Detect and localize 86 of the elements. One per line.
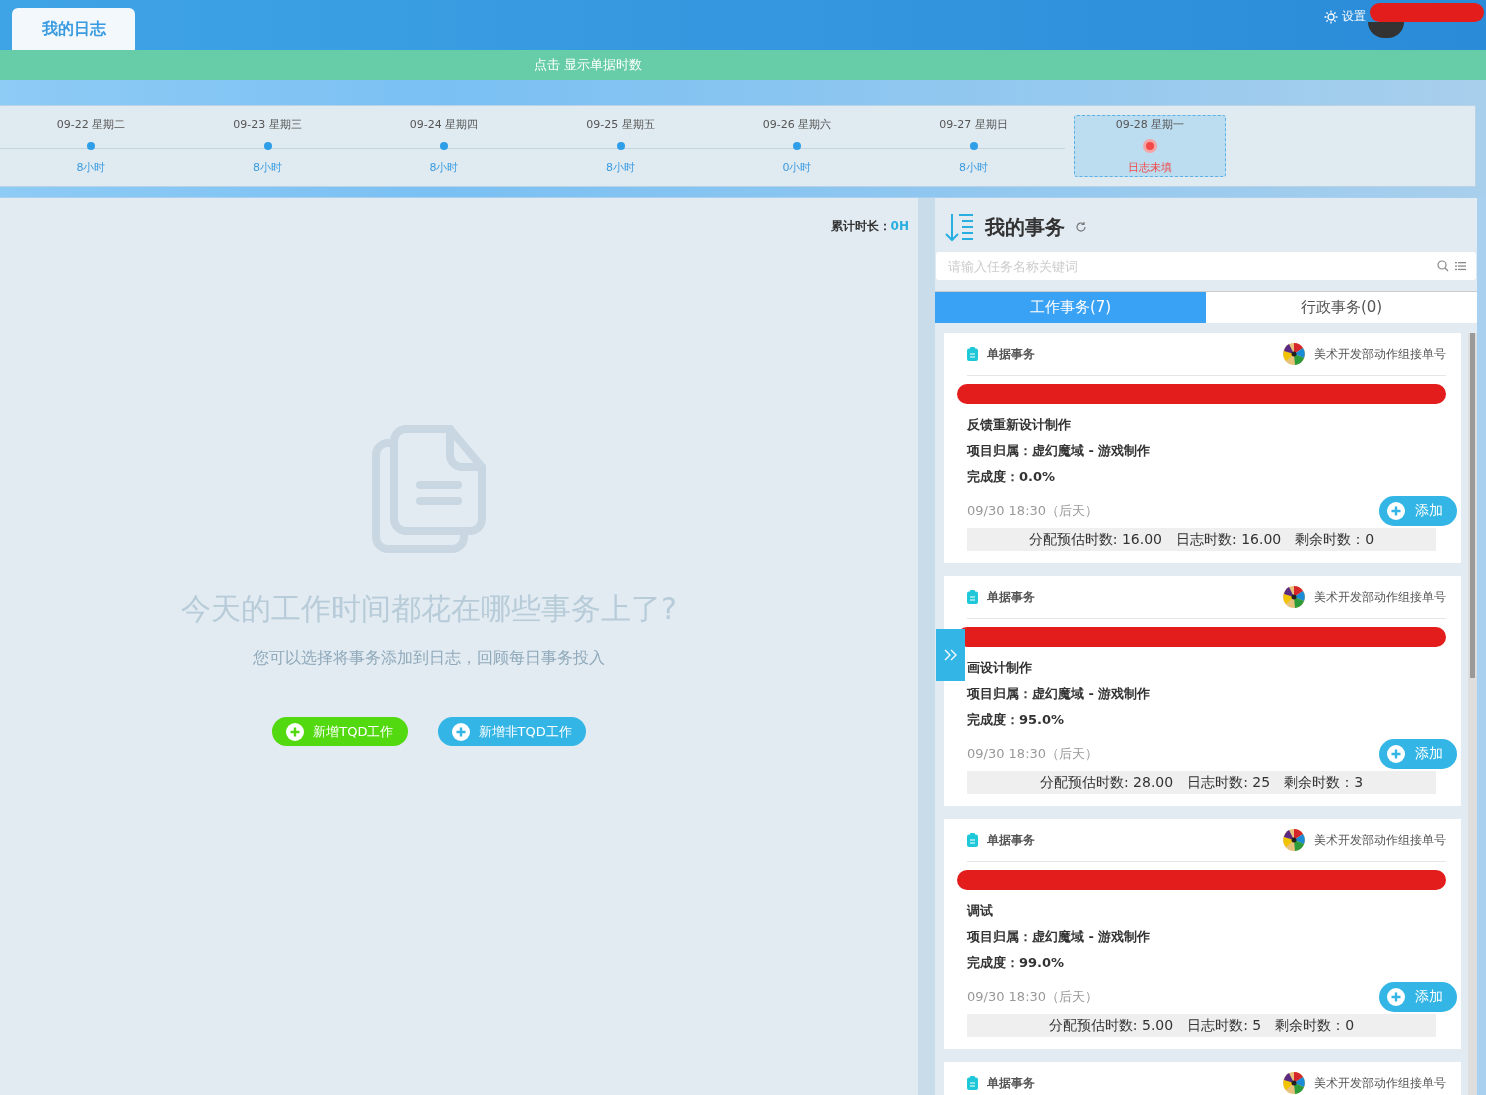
plus-icon: [1387, 745, 1405, 763]
category-label: 单据事务: [987, 588, 1035, 606]
date-label: 09-28 星期一: [1115, 117, 1185, 132]
remaining-label: 剩余时数：0: [1275, 1016, 1355, 1035]
logged-label: 日志时数: 25: [1187, 773, 1271, 792]
estimate-label: 分配预估时数: 5.00: [1048, 1016, 1174, 1035]
avatar-icon: [1283, 343, 1305, 365]
date-label: 09-27 星期日: [939, 117, 1008, 132]
date-item[interactable]: 09-28 星期一 日志未填: [1074, 115, 1226, 177]
date-label: 09-24 星期四: [409, 117, 479, 132]
total-label: 累计时长：: [830, 219, 891, 233]
clipboard-icon: [967, 833, 978, 847]
date-label: 09-22 星期二: [56, 117, 126, 132]
date-item[interactable]: 09-23 星期三 8小时: [191, 115, 344, 177]
date-item[interactable]: 09-26 星期六 0小时: [721, 115, 873, 177]
hours-label: 8小时: [429, 160, 459, 175]
project-label: 项目归属：虚幻魔域 - 游戏制作: [967, 685, 1152, 703]
double-chevron-icon: [943, 649, 958, 661]
estimate-label: 分配预估时数: 16.00: [1028, 530, 1163, 549]
remaining-label: 剩余时数：3: [1284, 773, 1364, 792]
date-label: 09-23 星期三: [233, 117, 302, 132]
date-label: 09-25 星期五: [586, 117, 655, 132]
task-title: 调试: [967, 902, 994, 920]
clipboard-icon: [967, 347, 978, 361]
plus-icon: [286, 722, 305, 741]
document-icon: [372, 423, 486, 553]
sort-icon: [945, 212, 975, 242]
tab[interactable]: 行政事务(0): [1206, 292, 1477, 323]
clipboard-icon: [967, 590, 978, 604]
project-label: 项目归属：虚幻魔域 - 游戏制作: [967, 928, 1152, 946]
scrollbar[interactable]: [1468, 333, 1477, 1095]
project-label: 项目归属：虚幻魔域 - 游戏制作: [967, 442, 1152, 460]
remaining-label: 剩余时数：0: [1295, 530, 1375, 549]
plus-icon: [1387, 988, 1405, 1006]
tab[interactable]: 工作事务(7): [935, 292, 1206, 323]
empty-hint: 您可以选择将事务添加到日志，回顾每日事务投入: [253, 648, 605, 669]
estimate-label: 分配预估时数: 28.00: [1039, 773, 1174, 792]
hours-label: 8小时: [959, 160, 988, 175]
owner-label: 美术开发部动作组接单号: [1314, 831, 1446, 849]
task-title: 画设计制作: [967, 659, 1033, 677]
hours-label: 日志未填: [1128, 160, 1172, 175]
banner[interactable]: 点击 显示单据时数: [0, 50, 1486, 80]
logged-label: 日志时数: 16.00: [1176, 530, 1282, 549]
deadline-label: 09/30 18:30（后天）: [967, 502, 1099, 520]
date-item[interactable]: 09-22 星期二 8小时: [15, 115, 167, 177]
clipboard-icon: [967, 1076, 978, 1090]
progress-label: 完成度：95.0%: [967, 711, 1066, 729]
plus-icon: [1387, 502, 1405, 520]
add-button[interactable]: 添加: [1379, 496, 1457, 526]
owner-label: 美术开发部动作组接单号: [1314, 588, 1446, 606]
avatar-icon: [1283, 586, 1305, 608]
progress-label: 完成度：99.0%: [967, 954, 1066, 972]
add-work-button[interactable]: 新增TQD工作: [272, 717, 408, 746]
add-work-button[interactable]: 新增非TQD工作: [437, 717, 586, 746]
owner-label: 美术开发部动作组接单号: [1314, 1074, 1446, 1092]
add-button[interactable]: 添加: [1379, 739, 1457, 769]
category-label: 单据事务: [987, 345, 1035, 363]
panel-title: 我的事务: [985, 213, 1065, 241]
date-item[interactable]: 09-27 星期日 8小时: [897, 115, 1050, 177]
add-button[interactable]: 添加: [1379, 982, 1457, 1012]
total-value: 0H: [890, 219, 909, 233]
task-title: 反馈重新设计制作: [967, 416, 1072, 434]
deadline-label: 09/30 18:30（后天）: [967, 988, 1099, 1006]
plus-icon: [451, 722, 470, 741]
hours-label: 8小时: [606, 160, 635, 175]
settings-icon: [1324, 9, 1338, 24]
settings-link[interactable]: 设置: [1324, 8, 1366, 25]
date-label: 09-26 星期六: [762, 117, 832, 132]
avatar-icon: [1283, 1072, 1305, 1094]
tab[interactable]: 我的日志: [12, 8, 135, 50]
date-item[interactable]: 09-24 星期四 8小时: [368, 115, 520, 177]
category-label: 单据事务: [987, 1074, 1035, 1092]
date-item[interactable]: 09-25 星期五 8小时: [544, 115, 697, 177]
avatar[interactable]: [1368, 22, 1404, 38]
list-icon[interactable]: [1455, 261, 1466, 271]
hours-label: 0小时: [782, 160, 812, 175]
deadline-label: 09/30 18:30（后天）: [967, 745, 1099, 763]
refresh-icon[interactable]: [1075, 221, 1087, 233]
hours-label: 8小时: [253, 160, 282, 175]
hours-label: 8小时: [76, 160, 106, 175]
avatar-icon: [1283, 829, 1305, 851]
category-label: 单据事务: [987, 831, 1035, 849]
search-icon[interactable]: [1437, 260, 1449, 272]
owner-label: 美术开发部动作组接单号: [1314, 345, 1446, 363]
progress-label: 完成度：0.0%: [967, 468, 1057, 486]
logged-label: 日志时数: 5: [1187, 1016, 1262, 1035]
